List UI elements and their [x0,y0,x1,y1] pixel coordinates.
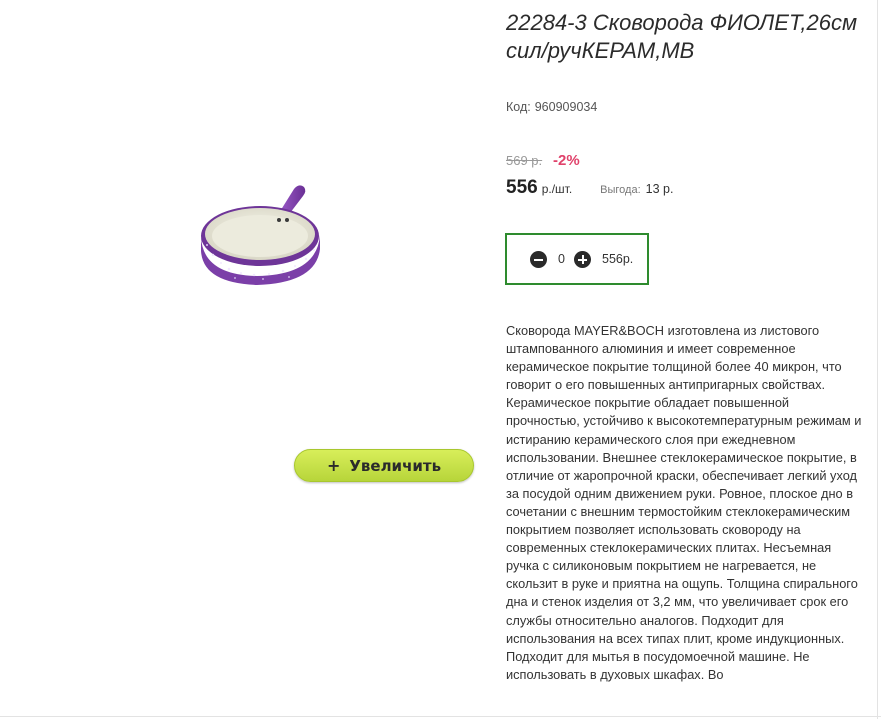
product-photo[interactable] [199,173,321,287]
price-row: 556 р./шт. Выгода: 13 р. [506,177,673,199]
quantity-stepper: 0 556р. [505,233,649,285]
quantity-total-price: 556р. [602,252,634,266]
product-code-label: Код: [506,100,531,114]
page-right-border [877,0,878,719]
plus-circle-icon[interactable] [574,251,591,268]
savings-label: Выгода: [600,184,641,196]
minus-icon[interactable] [530,251,547,268]
zoom-button-label: Увеличить [349,456,442,475]
product-description: Сковорода MAYER&BOCH изготовлена из лист… [506,323,862,682]
product-code-value: 960909034 [534,100,598,114]
savings-value: 13 р. [645,182,674,196]
old-price: 569 р. [506,153,543,168]
discount-badge: -2% [553,152,580,169]
quantity-value: 0 [558,252,565,266]
current-price: 556 [506,177,538,198]
price-unit: р./шт. [541,182,573,196]
product-code: Код: 960909034 [506,100,597,114]
plus-icon: + [326,456,341,475]
zoom-button[interactable]: + Увеличить [294,449,474,482]
frying-pan-image [201,185,320,285]
product-title: 22284-3 Сковорода ФИОЛЕТ,26см сил/ручКЕР… [506,10,858,63]
page-bottom-border [0,716,881,717]
